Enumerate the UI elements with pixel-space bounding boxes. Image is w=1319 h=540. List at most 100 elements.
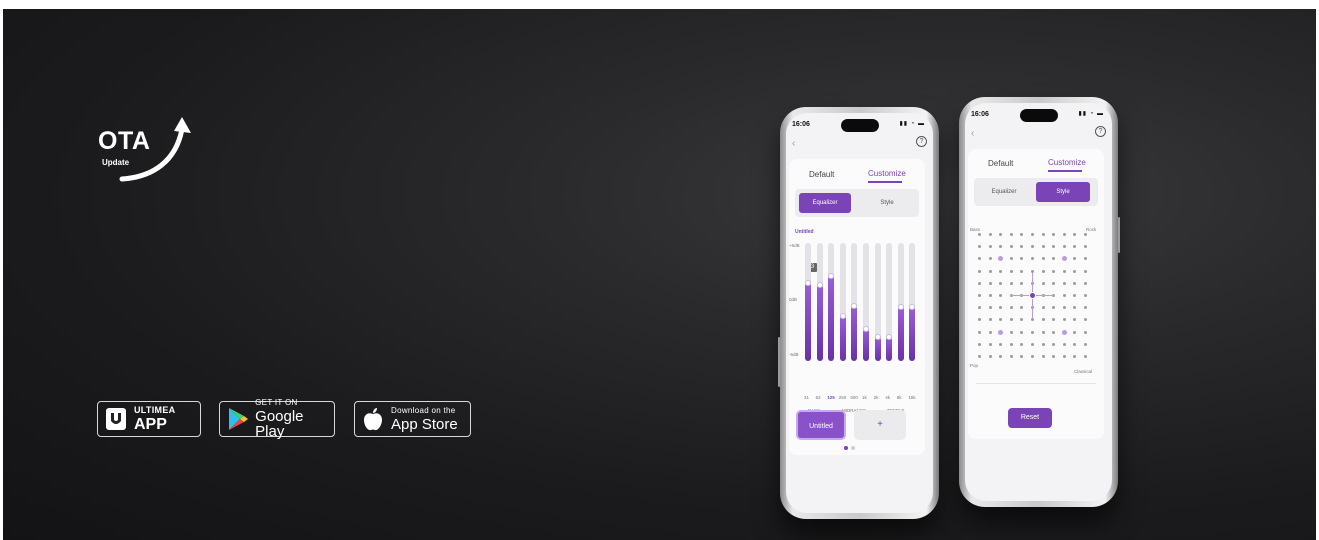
- style-grid-dot: [988, 355, 992, 358]
- eq-freq-label: 4k: [885, 395, 890, 400]
- google-play-badge[interactable]: GET IT ON Google Play: [219, 399, 335, 440]
- eq-band-fill: [839, 316, 846, 361]
- style-grid-dot: [988, 245, 992, 249]
- style-grid-dot: [1009, 245, 1013, 249]
- style-grid-dot: [1031, 355, 1034, 358]
- eq-band-slider[interactable]: [839, 243, 846, 361]
- style-preset-dot[interactable]: [1061, 256, 1067, 262]
- style-grid-dot: [1084, 233, 1087, 236]
- style-grid-dot: [1041, 306, 1045, 310]
- divider: [976, 383, 1096, 384]
- style-grid-dot: [1084, 342, 1087, 346]
- eq-band-slider[interactable]: [897, 243, 904, 361]
- eq-band-slider[interactable]: [816, 243, 823, 361]
- style-grid-dot: [978, 355, 981, 358]
- ultimea-shield-icon: [104, 407, 128, 431]
- style-preset-dot[interactable]: [1061, 329, 1067, 335]
- style-grid[interactable]: [978, 233, 1090, 363]
- eq-band-slider[interactable]: [909, 243, 916, 361]
- style-grid-dot: [1073, 257, 1077, 261]
- style-grid-dot: [988, 330, 992, 334]
- style-grid-dot: [1084, 306, 1087, 310]
- style-grid-dot: [1031, 342, 1034, 346]
- help-icon[interactable]: ?: [1095, 126, 1106, 137]
- style-grid-dot: [1073, 269, 1077, 273]
- preset-untitled[interactable]: Untitled: [796, 410, 846, 440]
- ultimea-app-badge[interactable]: ULTIMEA APP: [97, 401, 201, 437]
- eq-band-knob[interactable]: [851, 302, 858, 309]
- style-grid-dot: [1062, 355, 1066, 358]
- eq-band-slider[interactable]: [874, 243, 881, 361]
- appstore-badge-big: App Store: [391, 415, 458, 433]
- eq-band-knob[interactable]: [897, 303, 904, 310]
- add-preset-button[interactable]: +: [854, 410, 906, 440]
- tab-default[interactable]: Default: [809, 170, 834, 179]
- style-grid-dot: [1062, 245, 1066, 249]
- eq-band-slider[interactable]: [805, 243, 811, 361]
- style-grid-dot: [1052, 306, 1056, 310]
- style-grid-dot: [1009, 355, 1013, 358]
- style-grid-dot: [1052, 318, 1056, 322]
- style-grid-dot: [1052, 233, 1056, 236]
- eq-freq-label: 125: [827, 395, 835, 400]
- style-grid-dot: [1041, 355, 1045, 358]
- style-grid-dot: [1031, 245, 1034, 249]
- style-grid-dot: [988, 233, 992, 236]
- style-grid-dot: [1041, 269, 1045, 273]
- eq-band-fill: [874, 337, 881, 361]
- style-grid-dot: [1073, 294, 1077, 297]
- style-grid-dot: [1009, 318, 1013, 322]
- eq-freq-label: 31: [804, 395, 810, 400]
- eq-band-fill: [851, 305, 858, 361]
- segment-style[interactable]: Style: [861, 193, 913, 213]
- style-grid-dot: [1041, 257, 1045, 261]
- style-grid-dot: [1041, 330, 1045, 334]
- app-store-badge[interactable]: Download on the App Store: [354, 401, 471, 437]
- eq-band-fill: [805, 283, 811, 361]
- google-badge-big: Google Play: [255, 408, 304, 440]
- eq-band-knob[interactable]: [839, 313, 846, 320]
- db-label-bottom: -6dB: [789, 352, 799, 357]
- eq-freq-label: 250: [838, 395, 847, 400]
- style-grid-dot: [1009, 306, 1013, 310]
- tab-customize[interactable]: Customize: [868, 169, 906, 178]
- style-grid-dot: [1020, 306, 1024, 310]
- segment-style[interactable]: Style: [1036, 182, 1090, 202]
- style-grid-dot: [978, 245, 981, 249]
- back-icon[interactable]: ‹: [971, 128, 974, 139]
- eq-band-slider[interactable]: [863, 243, 869, 361]
- eq-band-slider[interactable]: [851, 243, 858, 361]
- style-grid-dot: [1041, 233, 1045, 236]
- eq-band-slider[interactable]: [828, 243, 835, 361]
- style-grid-dot: [1052, 245, 1056, 249]
- style-grid-dot: [978, 257, 981, 261]
- tab-customize[interactable]: Customize: [1048, 158, 1086, 167]
- page-dot: [851, 446, 855, 450]
- style-grid-dot: [988, 306, 992, 310]
- segment-equalizer[interactable]: Equalizer: [799, 193, 851, 213]
- style-grid-dot: [1020, 245, 1024, 249]
- phone-screen: 16:06 ▮▮ ◔ ▬ ‹ ? Default Customize Equal…: [786, 113, 933, 513]
- segment-equalizer[interactable]: Equalizer: [978, 182, 1030, 202]
- style-grid-dot: [1084, 269, 1087, 273]
- eq-freq-label: 500: [850, 395, 858, 400]
- google-play-icon: [226, 407, 249, 431]
- style-preset-dot[interactable]: [998, 256, 1004, 262]
- style-preset-dot[interactable]: [998, 329, 1004, 335]
- help-icon[interactable]: ?: [916, 136, 927, 147]
- eq-band-slider[interactable]: [886, 243, 893, 361]
- style-grid-dot: [988, 342, 992, 346]
- style-grid-dot: [978, 330, 981, 334]
- style-grid-dot: [1084, 294, 1087, 297]
- reset-button[interactable]: Reset: [1008, 408, 1052, 428]
- style-grid-dot: [1020, 281, 1024, 285]
- style-selector-handle[interactable]: [1029, 292, 1036, 299]
- tab-default[interactable]: Default: [988, 159, 1013, 168]
- style-grid-dot: [988, 269, 992, 273]
- corner-bass: Bass: [970, 227, 981, 232]
- style-grid-dot: [1073, 318, 1077, 322]
- back-icon[interactable]: ‹: [792, 138, 795, 149]
- style-grid-dot: [978, 294, 981, 297]
- preset-title: Untitled: [795, 229, 814, 235]
- corner-rock: Rock: [1086, 227, 1097, 232]
